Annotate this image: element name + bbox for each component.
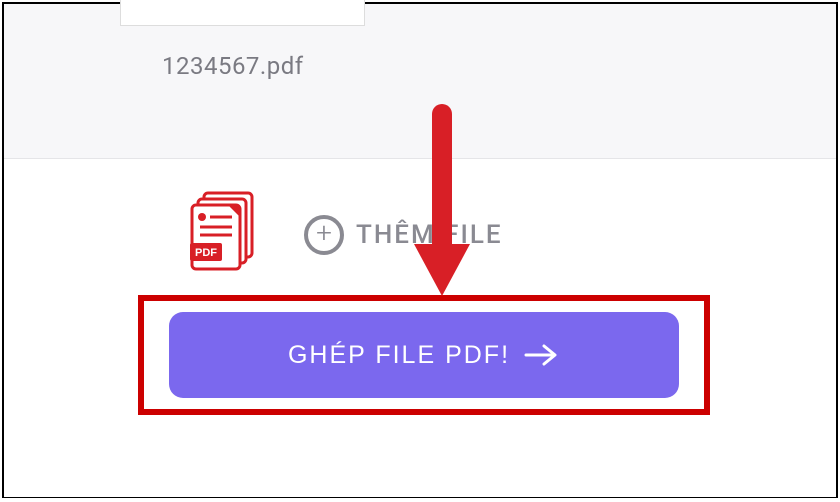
- arrow-right-icon: [524, 343, 560, 367]
- actions-section: PDF THÊM FILE GHÉP FILE PDF!: [4, 159, 836, 497]
- annotation-highlight: GHÉP FILE PDF!: [138, 295, 710, 415]
- merge-pdf-button[interactable]: GHÉP FILE PDF!: [169, 312, 679, 398]
- app-frame: 1234567.pdf PDF THÊM FILE GHÉP FIL: [2, 2, 838, 498]
- pdf-stack-icon: PDF: [190, 191, 260, 277]
- merge-button-label: GHÉP FILE PDF!: [288, 341, 510, 370]
- file-list-section: 1234567.pdf: [4, 4, 836, 159]
- svg-text:PDF: PDF: [195, 247, 217, 259]
- file-name-label: 1234567.pdf: [162, 52, 304, 80]
- file-thumbnail[interactable]: [120, 0, 365, 26]
- add-file-label: THÊM FILE: [356, 220, 503, 250]
- add-file-button[interactable]: THÊM FILE: [304, 215, 503, 255]
- plus-circle-icon: [304, 215, 344, 255]
